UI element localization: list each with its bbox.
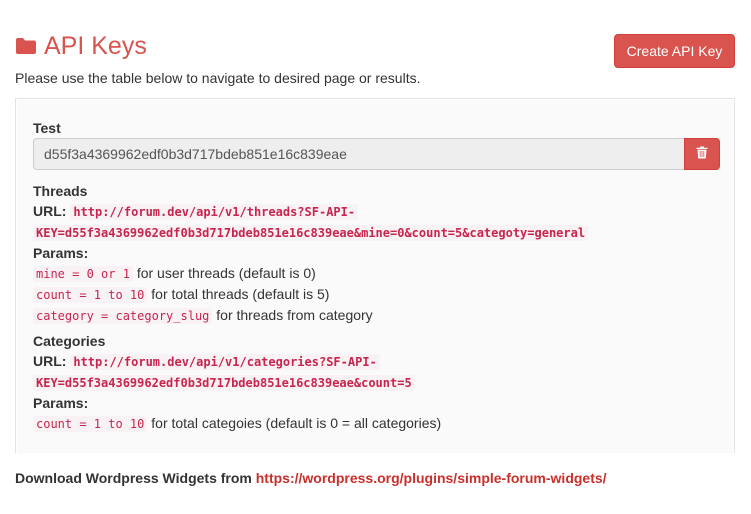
param-code: mine = 0 or 1 (33, 266, 133, 282)
threads-section: Threads URL: http://forum.dev/api/v1/thr… (33, 181, 589, 326)
key-name-label: Test (33, 120, 61, 136)
param-row: mine = 0 or 1 for user threads (default … (33, 263, 588, 284)
threads-url: http://forum.dev/api/v1/threads?SF-API- (70, 204, 359, 220)
threads-url-row-2: KEY=d55f3a4369962edf0b3d717bdeb851e16c83… (33, 222, 589, 243)
param-row: count = 1 to 10 for total threads (defau… (33, 284, 588, 305)
threads-params-label: Params: (33, 245, 89, 261)
categories-url-label: URL: (33, 353, 67, 369)
param-row: count = 1 to 10 for total categoies (def… (33, 413, 441, 434)
create-api-key-button[interactable]: Create API Key (614, 34, 735, 68)
threads-title: Threads (33, 183, 88, 199)
param-code: count = 1 to 10 (33, 416, 148, 432)
footer-text: Download Wordpress Widgets from (15, 470, 252, 486)
param-desc: for user threads (default is 0) (136, 265, 316, 281)
threads-url-label: URL: (33, 203, 67, 219)
categories-url-row-2: KEY=d55f3a4369962edf0b3d717bdeb851e16c83… (33, 372, 441, 393)
footer: Download Wordpress Widgets from https://… (15, 470, 607, 486)
threads-url-continued: KEY=d55f3a4369962edf0b3d717bdeb851e16c83… (33, 225, 589, 241)
page-subtitle: Please use the table below to navigate t… (15, 70, 421, 86)
param-desc: for total categoies (default is 0 = all … (151, 415, 442, 431)
threads-url-row: URL: http://forum.dev/api/v1/threads?SF-… (33, 201, 588, 222)
page-title: API Keys (44, 32, 147, 60)
trash-icon (696, 146, 708, 162)
param-code: count = 1 to 10 (33, 287, 148, 303)
folder-icon (15, 37, 37, 55)
api-key-field[interactable] (33, 138, 685, 170)
param-desc: for total threads (default is 5) (151, 286, 330, 302)
categories-url-row: URL: http://forum.dev/api/v1/categories?… (33, 351, 441, 372)
categories-section: Categories URL: http://forum.dev/api/v1/… (33, 331, 441, 434)
param-row: category = category_slug for threads fro… (33, 305, 588, 326)
delete-key-button[interactable] (684, 138, 720, 170)
param-desc: for threads from category (216, 307, 373, 323)
categories-title: Categories (33, 333, 106, 349)
param-code: category = category_slug (33, 308, 213, 324)
wordpress-plugin-link[interactable]: https://wordpress.org/plugins/simple-for… (256, 470, 607, 486)
categories-params-label: Params: (33, 395, 89, 411)
categories-url: http://forum.dev/api/v1/categories?SF-AP… (70, 354, 380, 370)
page-header: API Keys (15, 30, 147, 62)
categories-url-continued: KEY=d55f3a4369962edf0b3d717bdeb851e16c83… (33, 375, 415, 391)
api-key-panel: Test Threads URL: http://forum.dev/api/v… (15, 98, 735, 453)
